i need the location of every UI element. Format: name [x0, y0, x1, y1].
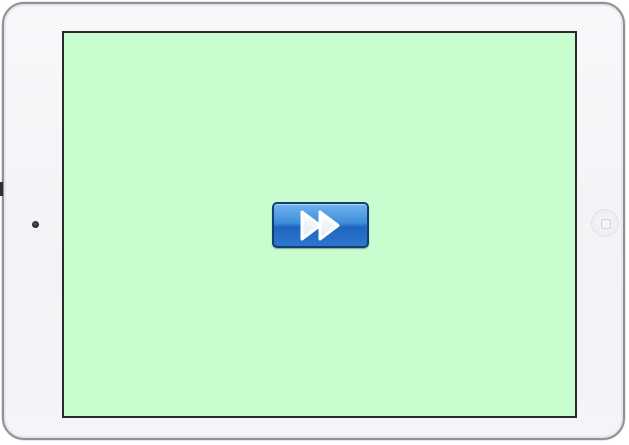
front-camera	[32, 221, 39, 228]
tablet-frame	[2, 2, 625, 440]
home-button[interactable]	[591, 209, 619, 237]
left-edge-mark	[0, 182, 3, 196]
fast-forward-icon	[300, 210, 340, 241]
home-button-square-icon	[601, 219, 611, 229]
tablet-screen	[62, 31, 577, 418]
fast-forward-button[interactable]	[272, 202, 369, 248]
